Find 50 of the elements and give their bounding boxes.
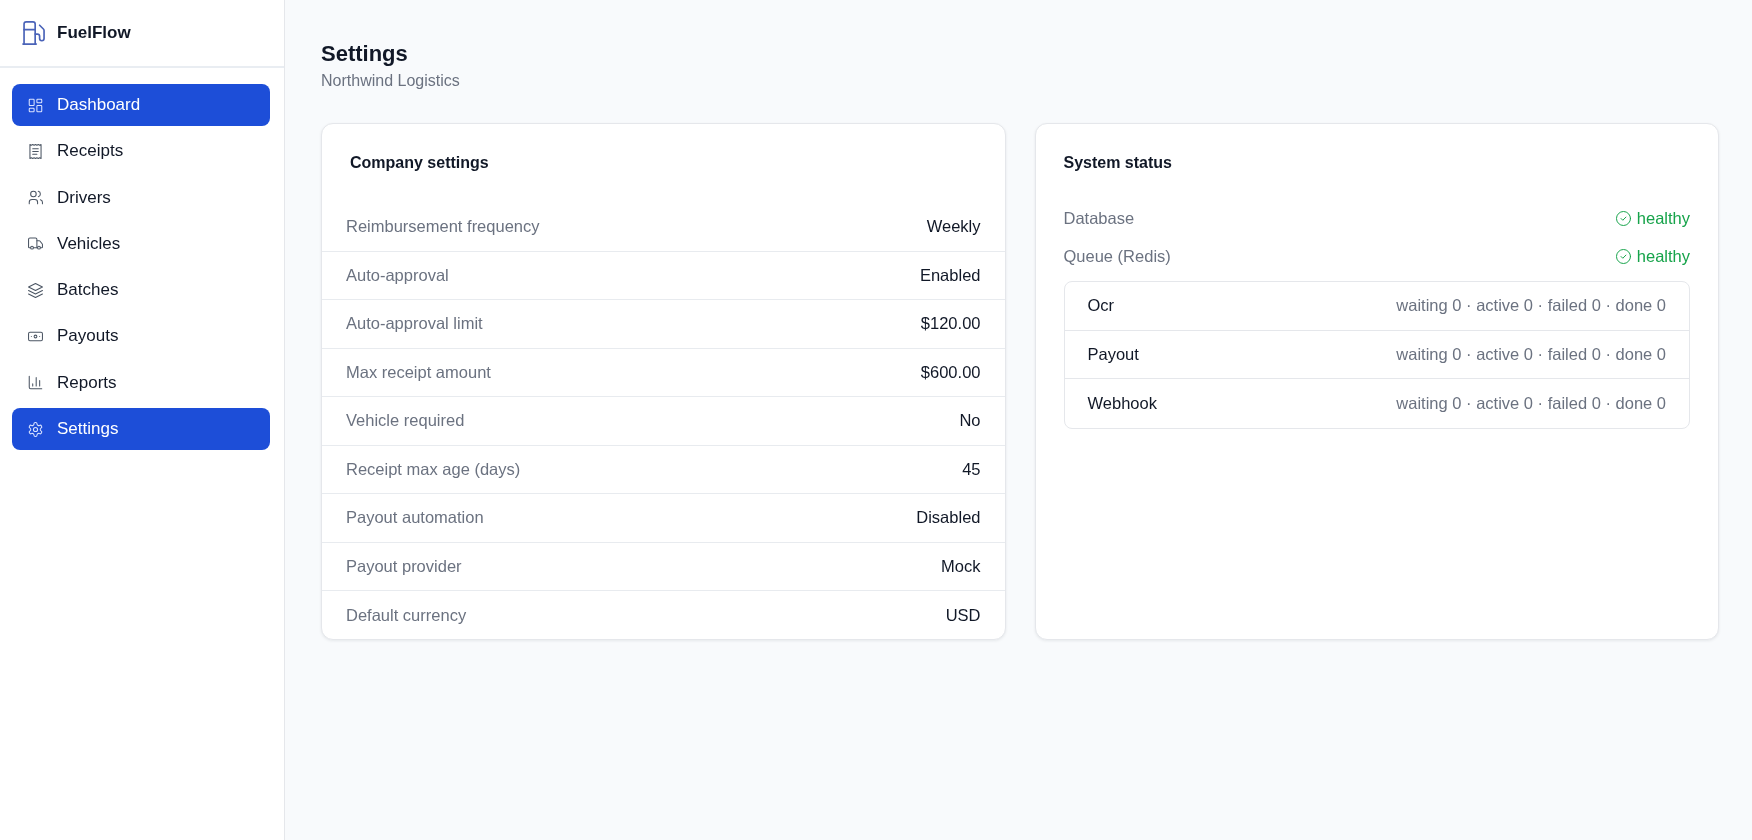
setting-value: $600.00 <box>920 362 981 382</box>
nav-item[interactable]: Dashboard <box>12 84 270 126</box>
layout-grid-icon <box>28 97 43 113</box>
users-icon <box>28 190 43 206</box>
setting-value: $120.00 <box>920 314 981 334</box>
setting-value: Weekly <box>926 217 981 237</box>
queue-stats: waiting 0 · active 0 · failed 0 · done 0 <box>1396 344 1666 364</box>
queue-name: Ocr <box>1087 296 1115 316</box>
fuel-pump-icon <box>22 21 45 45</box>
setting-label: Max receipt amount <box>346 362 491 382</box>
nav-item[interactable]: Reports <box>12 361 270 404</box>
page-title: Settings <box>321 40 408 68</box>
queue-stats: waiting 0 · active 0 · failed 0 · done 0 <box>1396 393 1666 413</box>
setting-value: No <box>959 411 981 431</box>
status-text: healthy <box>1636 246 1690 267</box>
setting-label: Default currency <box>346 605 467 625</box>
setting-value: Disabled <box>916 508 981 528</box>
service-name: Database <box>1063 208 1135 229</box>
setting-label: Receipt max age (days) <box>346 459 521 479</box>
card-title: Company settings <box>350 153 489 173</box>
page-subtitle: Northwind Logistics <box>321 71 460 91</box>
setting-label: Vehicle required <box>346 411 465 431</box>
queue-stats: waiting 0 · active 0 · failed 0 · done 0 <box>1396 296 1666 316</box>
setting-label: Auto-approval <box>346 265 449 285</box>
settings-icon <box>28 421 43 437</box>
nav-item[interactable]: Batches <box>12 269 270 312</box>
layers-icon <box>28 282 43 298</box>
queue-name: Webhook <box>1087 393 1157 413</box>
status-text: healthy <box>1636 208 1690 229</box>
setting-value: USD <box>945 605 981 625</box>
receipt-icon <box>28 143 43 159</box>
queue-name: Payout <box>1087 344 1139 364</box>
setting-value: Mock <box>941 556 981 576</box>
setting-value: 45 <box>962 459 981 479</box>
nav-item[interactable]: Drivers <box>12 176 270 219</box>
service-name: Queue (Redis) <box>1063 246 1171 267</box>
banknote-icon <box>28 329 43 344</box>
setting-value: Enabled <box>919 265 981 285</box>
nav-item[interactable]: Vehicles <box>12 222 270 265</box>
truck-icon <box>28 236 43 252</box>
setting-label: Auto-approval limit <box>346 314 483 334</box>
brand-name: FuelFlow <box>57 23 131 43</box>
bar-chart-icon <box>28 375 43 391</box>
card-title: System status <box>1063 153 1172 173</box>
nav-item[interactable]: Settings <box>12 408 270 451</box>
nav-item[interactable]: Payouts <box>12 315 270 358</box>
nav-item[interactable]: Receipts <box>12 130 270 173</box>
setting-label: Payout provider <box>346 556 462 576</box>
setting-label: Reimbursement frequency <box>346 217 540 237</box>
setting-label: Payout automation <box>346 508 484 528</box>
